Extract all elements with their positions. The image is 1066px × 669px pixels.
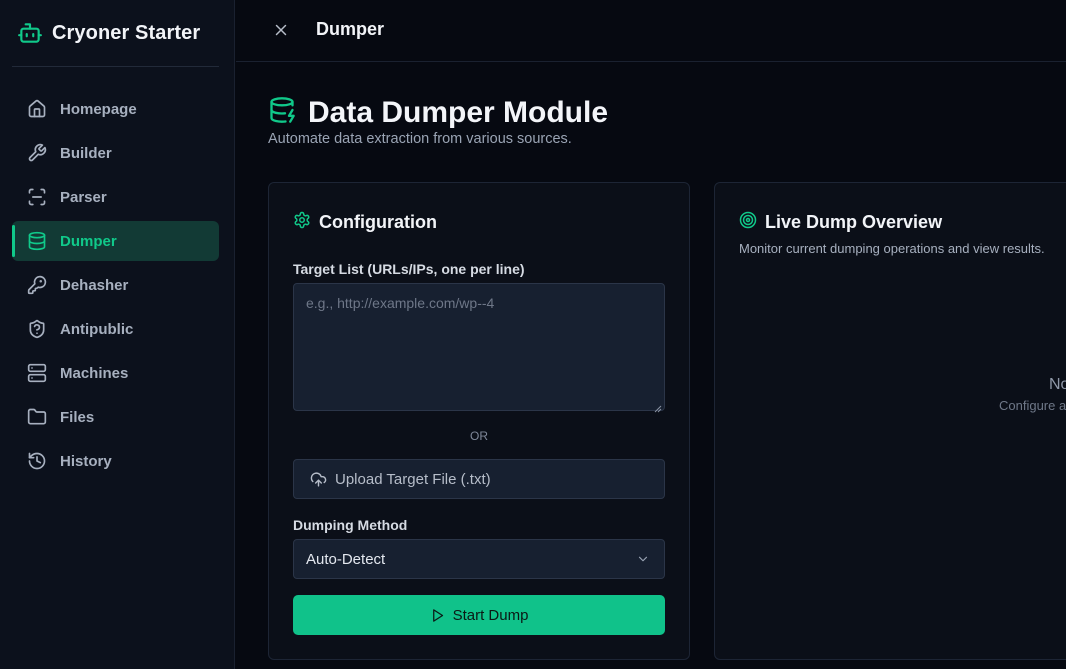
upload-button-label: Upload Target File (.txt)	[335, 470, 491, 488]
sidebar-item-label: Builder	[60, 144, 112, 162]
wrench-icon	[26, 142, 48, 164]
sidebar-item-homepage[interactable]: Homepage	[12, 89, 219, 129]
sidebar-item-label: History	[60, 452, 112, 470]
database-zap-icon	[268, 95, 296, 130]
live-dump-card: Live Dump Overview Monitor current dumpi…	[714, 182, 1066, 660]
empty-state-title: No	[1049, 376, 1066, 393]
page-title: Data Dumper Module	[308, 95, 609, 129]
sidebar-item-label: Antipublic	[60, 320, 134, 338]
folder-icon	[26, 406, 48, 428]
configuration-card: Configuration Target List (URLs/IPs, one…	[268, 182, 690, 660]
sidebar-item-parser[interactable]: Parser	[12, 177, 219, 217]
key-icon	[26, 274, 48, 296]
brand[interactable]: Cryoner Starter	[12, 0, 247, 66]
sidebar-item-label: Dehasher	[60, 276, 129, 294]
sidebar-item-machines[interactable]: Machines	[12, 353, 219, 393]
upload-target-file-button[interactable]: Upload Target File (.txt)	[293, 459, 665, 499]
chevron-down-icon	[636, 552, 650, 566]
topbar-title: Dumper	[316, 19, 385, 39]
scan-icon	[26, 186, 48, 208]
top-bar: Dumper	[236, 0, 1066, 62]
dumping-method-select[interactable]: Auto-Detect	[293, 539, 665, 579]
close-icon[interactable]	[271, 20, 291, 40]
live-dump-subtitle: Monitor current dumping operations and v…	[739, 241, 1045, 256]
database-icon	[26, 230, 48, 252]
sidebar-item-builder[interactable]: Builder	[12, 133, 219, 173]
brand-divider	[12, 66, 219, 67]
page-subtitle: Automate data extraction from various so…	[268, 131, 572, 147]
or-divider: OR	[470, 429, 488, 443]
history-icon	[26, 450, 48, 472]
sidebar-item-files[interactable]: Files	[12, 397, 219, 437]
start-dump-label: Start Dump	[452, 606, 529, 624]
sidebar-item-dumper[interactable]: Dumper	[12, 221, 219, 261]
target-list-label: Target List (URLs/IPs, one per line)	[293, 261, 525, 277]
home-icon	[26, 98, 48, 120]
live-dump-title: Live Dump Overview	[765, 212, 943, 232]
bot-icon	[17, 20, 43, 46]
page-header: Data Dumper Module	[268, 95, 608, 130]
sidebar-item-label: Dumper	[60, 232, 117, 250]
shield-icon	[26, 318, 48, 340]
gear-icon	[293, 211, 311, 234]
empty-state-subtitle: Configure a	[999, 398, 1066, 413]
sidebar-item-history[interactable]: History	[12, 441, 219, 481]
sidebar-item-label: Parser	[60, 188, 107, 206]
sidebar: Cryoner Starter Homepage Builder Parser	[0, 0, 235, 669]
sidebar-item-label: Files	[60, 408, 95, 426]
start-dump-button[interactable]: Start Dump	[293, 595, 665, 635]
target-list-placeholder: e.g., http://example.com/wp--4	[306, 295, 495, 311]
sidebar-item-antipublic[interactable]: Antipublic	[12, 309, 219, 349]
sidebar-item-dehasher[interactable]: Dehasher	[12, 265, 219, 305]
sidebar-item-label: Machines	[60, 364, 129, 382]
dumping-method-value: Auto-Detect	[306, 550, 386, 568]
sidebar-nav: Homepage Builder Parser Dumper Dehasher	[12, 89, 219, 485]
configuration-title: Configuration	[319, 212, 437, 232]
brand-name: Cryoner Starter	[52, 21, 201, 44]
cloud-upload-icon	[310, 471, 327, 488]
resize-grip-icon[interactable]	[654, 400, 662, 413]
server-icon	[26, 362, 48, 384]
target-list-textarea[interactable]: e.g., http://example.com/wp--4	[293, 283, 665, 413]
dumping-method-label: Dumping Method	[293, 517, 408, 533]
play-icon	[430, 608, 445, 623]
target-icon	[739, 211, 757, 234]
sidebar-item-label: Homepage	[60, 100, 137, 118]
